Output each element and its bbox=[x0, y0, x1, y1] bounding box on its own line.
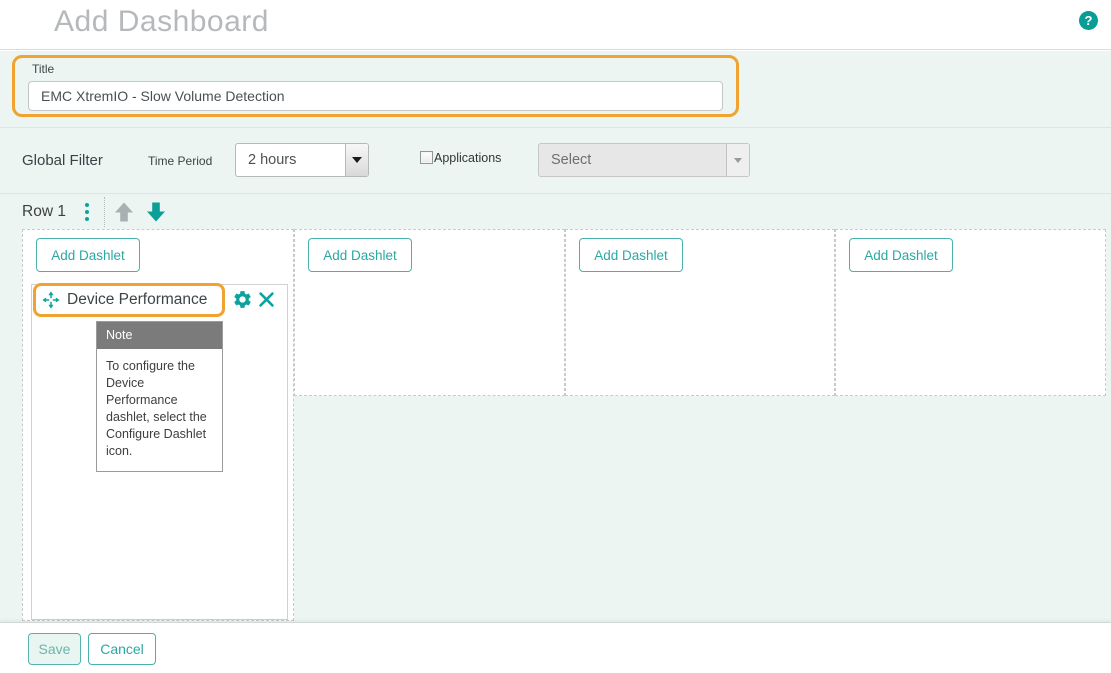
time-period-label: Time Period bbox=[148, 154, 212, 168]
global-filter-row: Global Filter Time Period 2 hours Applic… bbox=[0, 129, 1111, 194]
move-dashlet-icon[interactable] bbox=[42, 291, 60, 309]
save-button[interactable]: Save bbox=[28, 633, 81, 665]
dashlet-column-3: Add Dashlet bbox=[565, 229, 835, 396]
add-dashboard-page: Add Dashboard ? Title Global Filter Time… bbox=[0, 0, 1111, 673]
dashboard-title-input[interactable] bbox=[28, 81, 723, 111]
note-tooltip-body: To configure the Device Performance dash… bbox=[97, 349, 222, 471]
row-menu-icon[interactable] bbox=[85, 203, 89, 224]
dashlet-columns: Add Dashlet bbox=[22, 229, 1108, 622]
global-filter-label: Global Filter bbox=[22, 152, 103, 169]
dashlet-column-2: Add Dashlet bbox=[294, 229, 565, 396]
help-icon[interactable]: ? bbox=[1079, 11, 1098, 30]
time-period-dropdown-button[interactable] bbox=[345, 144, 368, 176]
applications-checkbox-label: Applications bbox=[434, 151, 501, 165]
remove-dashlet-icon[interactable] bbox=[258, 291, 275, 308]
page-header: Add Dashboard ? bbox=[0, 0, 1111, 50]
dashlet-title-highlight-box[interactable]: Device Performance bbox=[33, 283, 225, 317]
note-tooltip-header: Note bbox=[97, 322, 222, 349]
title-highlight-box: Title bbox=[12, 55, 739, 117]
application-select-dropdown-button[interactable] bbox=[726, 144, 749, 176]
caret-down-icon bbox=[352, 157, 362, 163]
time-period-dropdown[interactable]: 2 hours bbox=[235, 143, 369, 177]
title-section: Title bbox=[0, 51, 1111, 128]
time-period-value: 2 hours bbox=[248, 144, 296, 176]
content-area: Title Global Filter Time Period 2 hours … bbox=[0, 51, 1111, 622]
add-dashlet-button[interactable]: Add Dashlet bbox=[849, 238, 953, 272]
dashlet-header: Device Performance bbox=[32, 285, 287, 318]
application-select-value: Select bbox=[551, 144, 591, 176]
dashlet-title: Device Performance bbox=[67, 291, 207, 309]
note-tooltip: Note To configure the Device Performance… bbox=[96, 321, 223, 472]
dashlet-column-1: Add Dashlet bbox=[22, 229, 294, 621]
row-header-divider bbox=[104, 197, 105, 227]
title-field-label: Title bbox=[32, 62, 54, 76]
footer-bar: Save Cancel bbox=[0, 622, 1111, 673]
move-row-up-icon[interactable] bbox=[112, 200, 136, 224]
add-dashlet-button[interactable]: Add Dashlet bbox=[579, 238, 683, 272]
add-dashlet-button[interactable]: Add Dashlet bbox=[36, 238, 140, 272]
add-dashlet-button[interactable]: Add Dashlet bbox=[308, 238, 412, 272]
caret-down-icon bbox=[734, 158, 742, 163]
move-row-down-icon[interactable] bbox=[144, 200, 168, 224]
configure-dashlet-icon[interactable] bbox=[232, 289, 253, 310]
row1-header: Row 1 bbox=[0, 195, 1111, 229]
dashlet-column-4: Add Dashlet bbox=[835, 229, 1106, 396]
device-performance-dashlet: Device Performance No bbox=[31, 284, 288, 620]
row1-label: Row 1 bbox=[22, 203, 66, 221]
page-title: Add Dashboard bbox=[54, 5, 269, 39]
application-select-dropdown[interactable]: Select bbox=[538, 143, 750, 177]
cancel-button[interactable]: Cancel bbox=[88, 633, 156, 665]
applications-checkbox[interactable] bbox=[420, 151, 433, 164]
